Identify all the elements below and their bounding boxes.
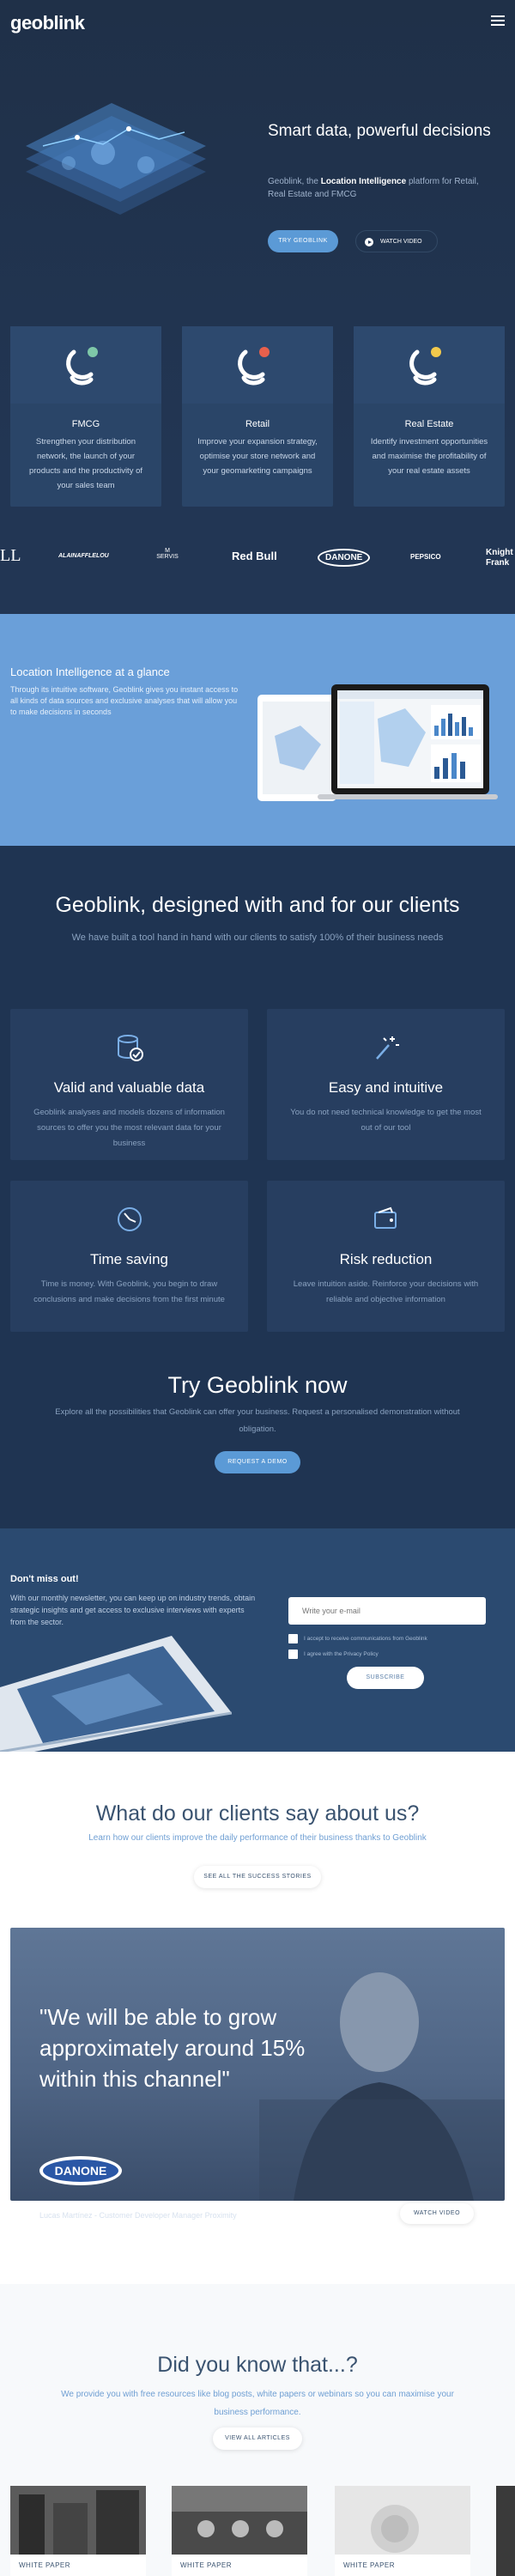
play-icon xyxy=(365,238,373,246)
communications-checkbox-label: I accept to receive communications from … xyxy=(304,1636,427,1642)
sector-description: Identify investment opportunities and ma… xyxy=(370,437,488,476)
feature-description: Leave intuition aside. Reinforce your de… xyxy=(293,1279,479,1304)
feature-title: Risk reduction xyxy=(339,1251,433,1267)
try-geoblink-subtitle: Explore all the possibilities that Geobl… xyxy=(55,1407,460,1434)
subscribe-button[interactable]: SUBSCRIBE xyxy=(347,1667,424,1689)
sector-title: Retail xyxy=(245,419,270,429)
hamburger-icon[interactable] xyxy=(491,15,505,26)
feature-title: Valid and valuable data xyxy=(53,1079,205,1096)
communications-checkbox[interactable] xyxy=(288,1634,298,1643)
privacy-checkbox-label: I agree with the Privacy Policy xyxy=(304,1651,379,1657)
success-stories-button[interactable]: SEE ALL THE SUCCESS STORIES xyxy=(194,1866,321,1888)
database-check-icon xyxy=(118,1035,143,1061)
feature-card: Risk reduction Leave intuition aside. Re… xyxy=(267,1181,505,1332)
dashboard-devices-illustration xyxy=(258,684,498,801)
request-demo-button[interactable]: REQUEST A DEMO xyxy=(215,1451,300,1473)
resource-card-peek xyxy=(496,2486,515,2576)
try-geoblink-title: Try Geoblink now xyxy=(167,1372,348,1398)
resource-tag: WHITE PAPER xyxy=(180,2561,233,2569)
resource-image xyxy=(10,2486,146,2555)
resource-image xyxy=(172,2486,307,2555)
feature-card: Easy and intuitive You do not need techn… xyxy=(267,1009,505,1160)
newsletter-section: Don't miss out! With our monthly newslet… xyxy=(0,1528,515,1752)
resource-tag: WHITE PAPER xyxy=(343,2561,396,2569)
testimonial-video-card[interactable]: "We will be able to grow approximately a… xyxy=(10,1928,505,2201)
testimonials-subtitle: Learn how our clients improve the daily … xyxy=(88,1833,427,1843)
laptop-illustration xyxy=(0,1636,232,1752)
sector-description: Improve your expansion strategy, optimis… xyxy=(197,437,318,476)
watch-video-button[interactable]: WATCH VIDEO xyxy=(355,230,438,252)
feature-title: Time saving xyxy=(89,1251,168,1267)
li-description: Through its intuitive software, Geoblink… xyxy=(10,685,239,716)
hero-isometric-map-illustration xyxy=(26,103,206,215)
resource-card[interactable]: WHITE PAPER xyxy=(10,2486,146,2576)
newsletter-description: With our monthly newsletter, you can kee… xyxy=(10,1594,256,1626)
sector-card-fmcg[interactable]: FMCG Strengthen your distribution networ… xyxy=(10,326,161,507)
testimonial-person: Lucas Martínez - Customer Developer Mana… xyxy=(39,2211,237,2220)
client-logo: LL xyxy=(0,546,21,565)
client-logo: Knight Frank xyxy=(486,548,513,568)
logo[interactable]: geoblink xyxy=(10,12,85,34)
privacy-checkbox[interactable] xyxy=(288,1649,298,1659)
clock-icon xyxy=(118,1207,142,1231)
resource-image xyxy=(335,2486,470,2555)
resources-subtitle: We provide you with free resources like … xyxy=(61,2390,454,2417)
resource-card[interactable]: WHITE PAPER xyxy=(172,2486,307,2576)
clients-subtitle: We have built a tool hand in hand with o… xyxy=(71,933,444,943)
geoblink-pin-icon xyxy=(409,347,441,386)
location-intelligence-section: Location Intelligence at a glance Throug… xyxy=(0,614,515,846)
sector-title: FMCG xyxy=(71,419,100,429)
hero-description: Geoblink, the Location Intelligence plat… xyxy=(268,177,479,199)
resource-card[interactable]: WHITE PAPER xyxy=(335,2486,470,2576)
sector-title: Real Estate xyxy=(404,419,454,429)
feature-title: Easy and intuitive xyxy=(328,1079,444,1096)
client-logo: DANONE xyxy=(318,549,371,567)
clients-title: Geoblink, designed with and for our clie… xyxy=(55,893,460,917)
sector-card-real-estate[interactable]: Real Estate Identify investment opportun… xyxy=(354,326,505,507)
testimonials-title: What do our clients say about us? xyxy=(95,1801,420,1826)
client-logos-strip: LL ALAINAFFLELOU M SERVIS Red Bull DANON… xyxy=(0,541,515,584)
resources-title: Did you know that...? xyxy=(157,2353,358,2377)
newsletter-title: Don't miss out! xyxy=(10,1574,79,1584)
resource-tag: WHITE PAPER xyxy=(19,2561,71,2569)
sector-description: Strengthen your distribution network, th… xyxy=(28,437,143,490)
feature-card: Valid and valuable data Geoblink analyse… xyxy=(10,1009,248,1160)
wallet-icon xyxy=(374,1206,397,1229)
magic-wand-icon xyxy=(376,1036,399,1060)
li-title: Location Intelligence at a glance xyxy=(10,665,170,678)
watch-video-button[interactable]: WATCH VIDEO xyxy=(400,2203,474,2224)
feature-description: You do not need technical knowledge to g… xyxy=(290,1108,482,1133)
geoblink-pin-icon xyxy=(238,347,270,386)
geoblink-pin-icon xyxy=(66,347,98,386)
client-logo: ALAINAFFLELOU xyxy=(58,553,109,559)
feature-card: Time saving Time is money. With Geoblink… xyxy=(10,1181,248,1332)
try-geoblink-button[interactable]: TRY GEOBLINK xyxy=(268,230,338,252)
view-all-articles-button[interactable]: VIEW ALL ARTICLES xyxy=(213,2427,302,2450)
resources-section: Did you know that...? We provide you wit… xyxy=(0,2284,515,2576)
feature-description: Geoblink analyses and models dozens of i… xyxy=(33,1108,225,1148)
email-field[interactable] xyxy=(288,1597,486,1625)
sector-card-retail[interactable]: Retail Improve your expansion strategy, … xyxy=(182,326,333,507)
testimonial-quote: "We will be able to grow approximately a… xyxy=(39,2004,306,2092)
client-logo: PEPSICO xyxy=(410,553,441,561)
client-logo: Red Bull xyxy=(232,550,277,562)
client-logo: M SERVIS xyxy=(156,548,179,560)
hero-title: Smart data, powerful decisions xyxy=(268,122,491,140)
feature-description: Time is money. With Geoblink, you begin … xyxy=(33,1279,225,1304)
danone-logo: DANONE xyxy=(39,2156,122,2185)
